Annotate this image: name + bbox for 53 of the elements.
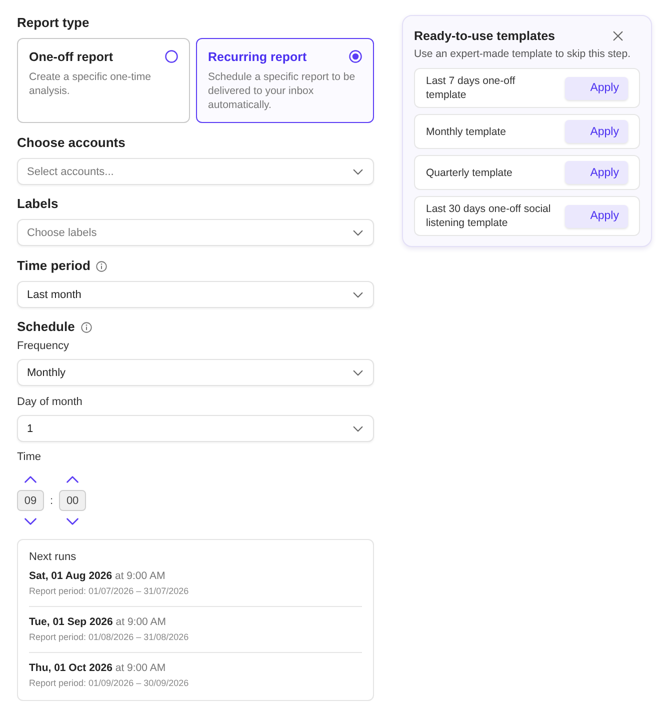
section-title: Time period (17, 258, 90, 274)
hour-field[interactable]: 09 (17, 490, 44, 511)
option-title: One-off report (29, 49, 114, 65)
section-title: Labels (17, 196, 58, 212)
section-title: Report type (17, 15, 90, 31)
next-runs-title: Next runs (29, 550, 76, 564)
apply-button[interactable]: Apply (565, 204, 628, 228)
radio-icon (165, 50, 178, 63)
report-period: Report period: 01/09/2026 – 30/09/2026 (29, 677, 189, 690)
chevron-up-icon[interactable] (24, 476, 37, 483)
time-separator: : (50, 494, 54, 506)
run-date: Sat, 01 Aug 2026 at 9:00 AM (29, 569, 166, 583)
template-name: Last 30 days one-off social listening template (426, 202, 552, 230)
field-label: Time (17, 450, 42, 464)
apply-button[interactable]: Apply (565, 120, 628, 143)
apply-button[interactable]: Apply (565, 161, 628, 184)
chevron-down-icon (353, 292, 363, 298)
section-title: Choose accounts (17, 135, 126, 151)
apply-button[interactable]: Apply (565, 76, 628, 100)
panel-title: Ready-to-use templates (414, 28, 556, 44)
chevron-down-icon (353, 168, 363, 174)
report-type-option[interactable]: One-off report Create a specific one-time analysis. (17, 38, 190, 123)
template-name: Last 7 days one-off template (426, 74, 516, 102)
chevron-down-icon (353, 230, 363, 236)
option-description: Create a specific one-time analysis. (29, 70, 152, 98)
chevron-down-icon[interactable] (66, 518, 80, 525)
report-type-option[interactable]: Recurring report Schedule a specific report to be delivered to your inbox automatically. (196, 38, 374, 123)
frequency-dropdown[interactable]: Monthly (17, 359, 374, 386)
minute-field[interactable]: 00 (59, 490, 86, 511)
template-name: Monthly template (426, 124, 506, 138)
info-icon[interactable] (96, 260, 108, 272)
chevron-down-icon (353, 370, 363, 376)
day-of-month-dropdown[interactable]: 1 (17, 415, 374, 442)
field-label: Frequency (17, 339, 69, 353)
chevron-down-icon[interactable] (24, 518, 37, 525)
run-date: Thu, 01 Oct 2026 at 9:00 AM (29, 661, 166, 675)
time-period-dropdown[interactable]: Last month (17, 281, 374, 308)
radio-icon (349, 50, 362, 63)
section-title: Schedule (17, 319, 75, 335)
panel-subtitle: Use an expert-made template to skip this step. (414, 47, 632, 61)
labels-dropdown[interactable]: Choose labels (17, 219, 374, 246)
option-title: Recurring report (208, 49, 307, 65)
report-period: Report period: 01/07/2026 – 31/07/2026 (29, 585, 189, 598)
info-icon[interactable] (80, 322, 92, 332)
close-icon[interactable] (613, 31, 623, 41)
chevron-up-icon[interactable] (66, 476, 80, 483)
chevron-down-icon (353, 426, 363, 432)
run-date: Tue, 01 Sep 2026 at 9:00 AM (29, 615, 166, 629)
option-description: Schedule a specific report to be delivered to your inbox automatically. (208, 70, 356, 112)
report-period: Report period: 01/08/2026 – 31/08/2026 (29, 631, 189, 644)
template-name: Quarterly template (426, 166, 512, 180)
accounts-dropdown[interactable]: Select accounts... (17, 158, 374, 185)
field-label: Day of month (17, 395, 82, 409)
